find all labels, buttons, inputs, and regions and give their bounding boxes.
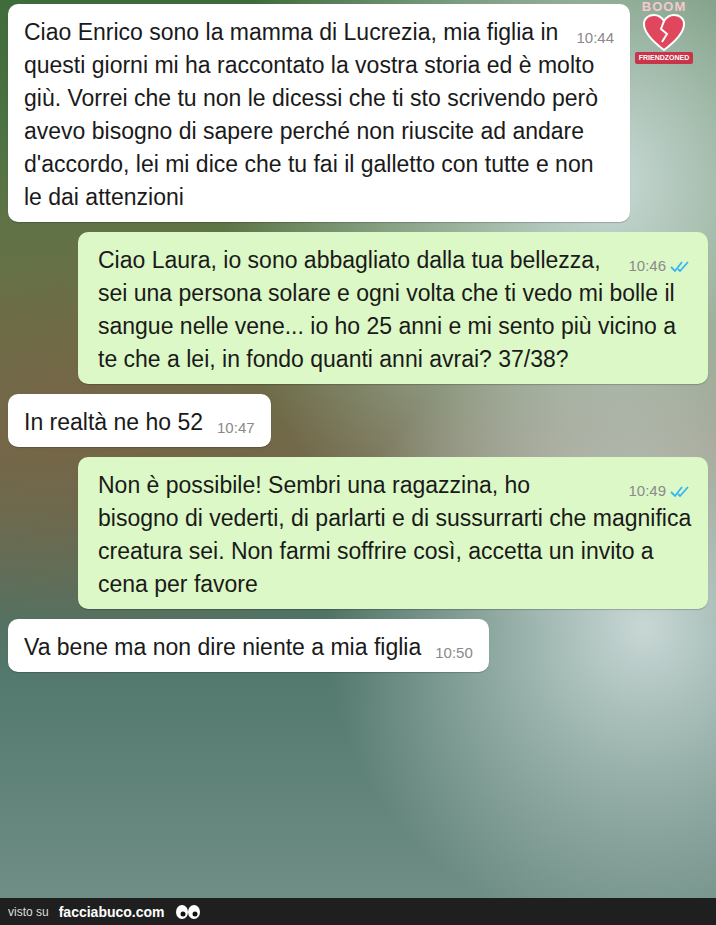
eyes-icon — [175, 904, 201, 920]
message-text: Va bene ma non dire niente a mia figlia — [24, 634, 421, 660]
message-time: 10:50 — [435, 643, 473, 663]
double-tick-icon — [670, 485, 692, 498]
message-text: In realtà ne ho 52 — [24, 409, 203, 435]
message-bubble: 10:46Ciao Laura, io sono abbagliato dall… — [78, 232, 708, 384]
message-meta: 10:46 — [628, 256, 692, 276]
message-meta: 10:44 — [576, 28, 614, 48]
footer-site[interactable]: facciabuco.com — [59, 904, 165, 920]
double-tick-icon — [670, 260, 692, 273]
message-bubble: 10:47 In realtà ne ho 52 — [8, 394, 271, 447]
broken-heart-icon — [642, 14, 686, 52]
footer-bar: visto su facciabuco.com — [0, 898, 716, 925]
message-time: 10:47 — [217, 418, 255, 438]
message-bubble: 10:49Non è possibile! Sembri una ragazzi… — [78, 457, 708, 609]
message-bubble: 10:50 Va bene ma non dire niente a mia fi… — [8, 619, 489, 672]
watermark-label: FRIENDZONED — [635, 52, 694, 64]
chat-screenshot: 10:44Ciao Enrico sono la mamma di Lucrez… — [0, 0, 716, 925]
message-bubble: 10:44Ciao Enrico sono la mamma di Lucrez… — [8, 4, 630, 222]
message-meta: 10:49 — [628, 481, 692, 501]
watermark-title: BOOM — [642, 0, 686, 14]
message-meta: 10:47 — [217, 418, 255, 438]
message-text: Ciao Enrico sono la mamma di Lucrezia, m… — [24, 19, 604, 210]
watermark-logo: BOOM FRIENDZONED — [620, 0, 708, 74]
message-text: Non è possibile! Sembri una ragazzina, h… — [98, 472, 698, 597]
footer-prefix: visto su — [8, 905, 49, 919]
message-time: 10:46 — [628, 256, 666, 276]
message-time: 10:44 — [576, 28, 614, 48]
message-text: Ciao Laura, io sono abbagliato dalla tua… — [98, 247, 682, 372]
message-meta: 10:50 — [435, 643, 473, 663]
message-time: 10:49 — [628, 481, 666, 501]
chat-area: 10:44Ciao Enrico sono la mamma di Lucrez… — [0, 0, 716, 898]
